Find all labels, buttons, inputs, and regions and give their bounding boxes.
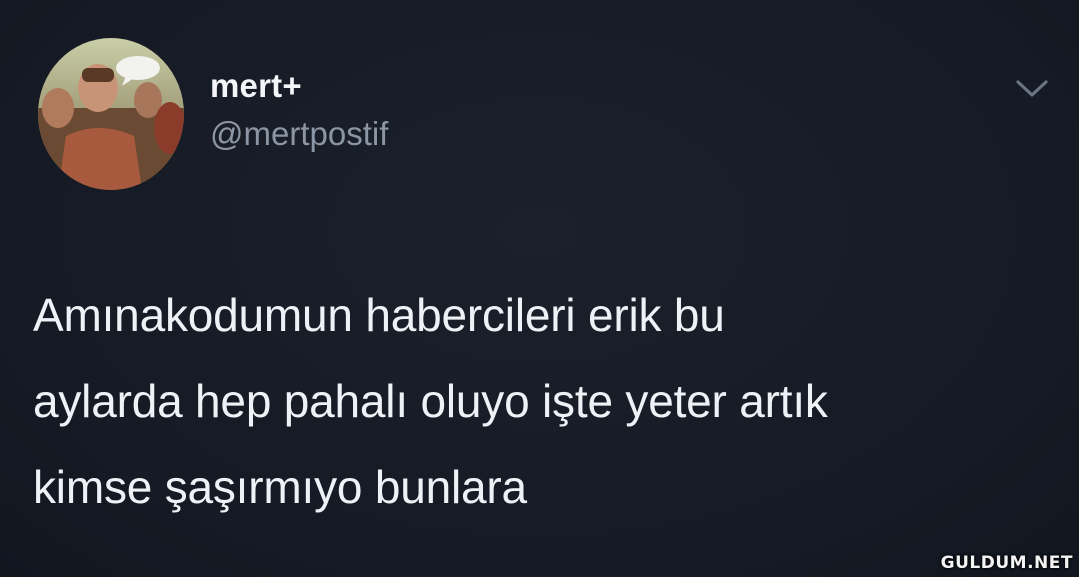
tweet-text: Amınakodumun habercileri erik bu aylarda… [33, 289, 828, 513]
avatar[interactable] [38, 38, 184, 190]
user-handle[interactable]: @mertpostif [210, 114, 388, 154]
author-info: mert+ @mertpostif [210, 66, 388, 154]
display-name[interactable]: mert+ [210, 66, 388, 106]
avatar-photo [38, 38, 184, 190]
watermark: GULDUM.NET [940, 553, 1073, 573]
chevron-down-icon[interactable] [1012, 74, 1052, 102]
tweet-card: mert+ @mertpostif Amınakodumun habercile… [0, 0, 1079, 577]
